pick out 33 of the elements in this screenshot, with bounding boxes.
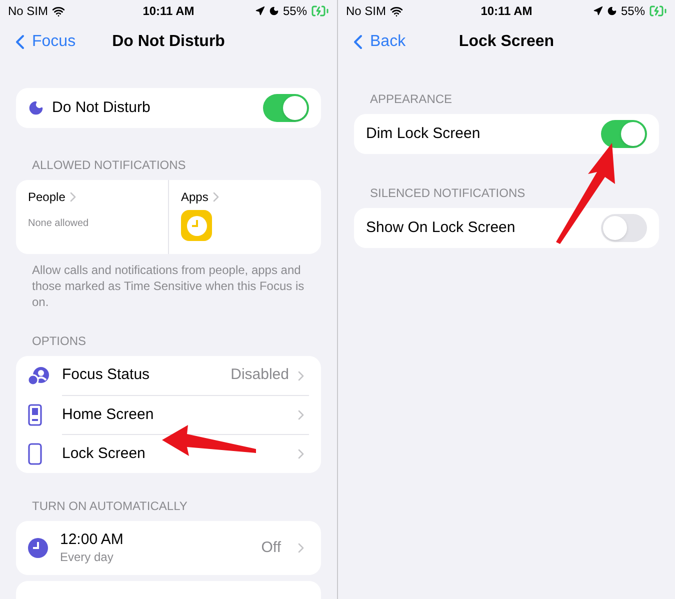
schedule-time: 12:00 AM — [60, 531, 124, 550]
option-value: Disabled — [230, 365, 289, 386]
schedule-row[interactable]: 12:00 AM Every day Off — [16, 521, 321, 575]
section-header: ALLOWED NOTIFICATIONS — [31, 157, 187, 174]
allowed-footer: Allow calls and notifications from people, apps and those marked as Time Sensitive when this Focus is on. — [0, 262, 337, 310]
screen-title: Do Not Disturb — [112, 32, 225, 52]
option-label: Lock Screen — [62, 444, 146, 464]
status-time: 10:11 AM — [142, 3, 194, 20]
people-label: People — [28, 189, 66, 206]
carrier-label: No SIM — [346, 3, 386, 20]
schedule-repeat: Every day — [60, 550, 114, 565]
section-header: OPTIONS — [31, 333, 88, 350]
people-tile[interactable]: People None allowed — [16, 180, 169, 254]
people-value: None allowed — [28, 217, 90, 231]
back-button[interactable]: Focus — [8, 30, 76, 54]
carrier-label: No SIM — [8, 3, 48, 20]
status-time: 10:11 AM — [480, 3, 532, 20]
battery-percent: 55% — [282, 3, 307, 20]
section-header: APPEARANCE — [369, 91, 454, 108]
option-label: Focus Status — [62, 365, 151, 386]
apps-label: Apps — [181, 189, 208, 206]
section-header: TURN ON AUTOMATICALLY — [31, 498, 188, 515]
back-button[interactable]: Back — [346, 30, 406, 54]
dnd-label: Do Not Disturb — [52, 98, 152, 118]
setting-label: Show On Lock Screen — [366, 218, 516, 238]
apps-tile[interactable]: Apps — [169, 180, 321, 254]
section-header: SILENCED NOTIFICATIONS — [369, 185, 526, 202]
setting-label: Dim Lock Screen — [366, 124, 482, 144]
screen-title: Lock Screen — [458, 32, 554, 52]
option-label: Home Screen — [62, 404, 155, 425]
option-row[interactable]: Focus Status Disabled — [16, 356, 321, 395]
battery-percent: 55% — [620, 3, 645, 20]
schedule-value: Off — [261, 538, 281, 558]
